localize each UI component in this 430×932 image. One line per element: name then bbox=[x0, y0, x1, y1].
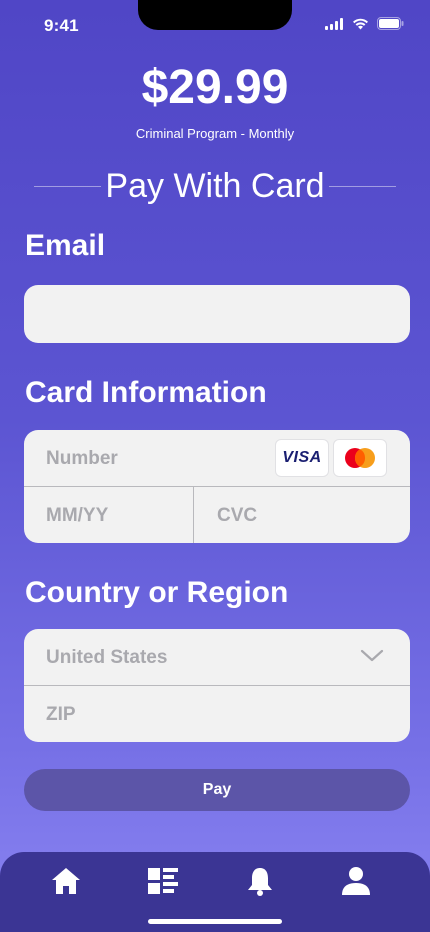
card-brand-logos: VISA bbox=[276, 440, 386, 476]
list-icon bbox=[147, 867, 179, 900]
pay-title-row: Pay With Card bbox=[34, 166, 396, 206]
signal-icon bbox=[325, 17, 344, 35]
card-expiry-placeholder: MM/YY bbox=[46, 505, 109, 526]
wifi-icon bbox=[352, 17, 369, 35]
page-title: Pay With Card bbox=[105, 166, 325, 205]
country-group: United States ZIP bbox=[24, 629, 410, 742]
zip-placeholder: ZIP bbox=[46, 704, 76, 725]
country-label: Country or Region bbox=[25, 576, 289, 609]
home-icon bbox=[51, 867, 81, 900]
card-expiry-cvc-row: MM/YY CVC bbox=[24, 486, 410, 543]
country-select[interactable]: United States bbox=[24, 629, 410, 685]
title-divider-right bbox=[328, 185, 396, 187]
tab-home[interactable] bbox=[50, 867, 82, 899]
card-expiry-field[interactable]: MM/YY bbox=[24, 487, 193, 543]
title-divider-left bbox=[34, 185, 102, 187]
price-amount: $29.99 bbox=[141, 61, 289, 114]
tab-list[interactable] bbox=[147, 867, 179, 899]
email-label: Email bbox=[25, 229, 106, 262]
chevron-down-icon bbox=[360, 649, 384, 668]
card-number-placeholder: Number bbox=[46, 448, 118, 469]
visa-logo: VISA bbox=[276, 440, 328, 476]
status-bar: 9:41 bbox=[0, 0, 430, 50]
email-field[interactable] bbox=[24, 285, 410, 343]
status-time: 9:41 bbox=[44, 16, 79, 35]
status-icons bbox=[325, 17, 404, 35]
bell-icon bbox=[245, 866, 275, 901]
pay-button[interactable]: Pay bbox=[24, 769, 410, 811]
profile-icon bbox=[340, 866, 372, 901]
card-cvc-field[interactable]: CVC bbox=[194, 487, 410, 543]
device-notch bbox=[138, 0, 292, 30]
mastercard-logo bbox=[334, 440, 386, 476]
zip-field[interactable]: ZIP bbox=[24, 685, 410, 741]
card-cvc-placeholder: CVC bbox=[217, 505, 258, 526]
country-selected-value: United States bbox=[46, 647, 168, 668]
card-number-field[interactable]: Number VISA bbox=[24, 430, 410, 486]
visa-logo-text: VISA bbox=[282, 449, 322, 466]
tab-notifications[interactable] bbox=[244, 867, 276, 899]
tab-profile[interactable] bbox=[340, 866, 372, 901]
battery-icon bbox=[377, 17, 404, 35]
card-info-label: Card Information bbox=[25, 376, 267, 409]
card-info-group: Number VISA MM/YY CVC bbox=[24, 430, 410, 543]
program-name: Criminal Program - Monthly bbox=[135, 126, 295, 141]
home-indicator bbox=[148, 919, 282, 924]
